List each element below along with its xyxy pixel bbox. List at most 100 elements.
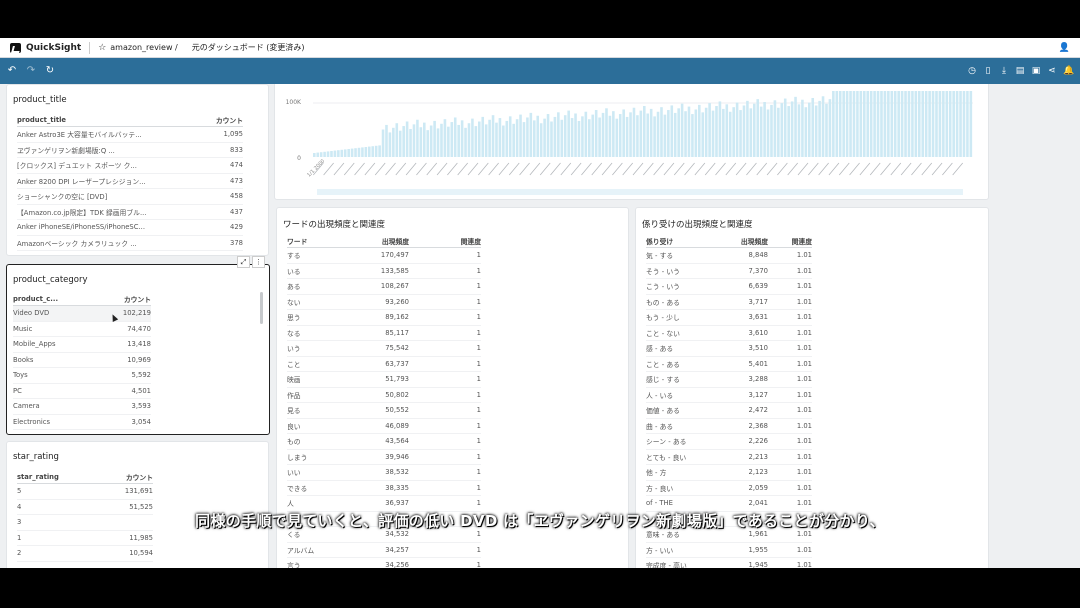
- bar[interactable]: [677, 108, 680, 157]
- range-slider[interactable]: [317, 189, 963, 195]
- bar[interactable]: [770, 104, 773, 157]
- bar[interactable]: [911, 91, 914, 157]
- bar[interactable]: [942, 91, 945, 157]
- bar[interactable]: [649, 108, 653, 157]
- table-row[interactable]: 曲 - ある 2,368 1.01: [646, 419, 812, 434]
- bar[interactable]: [457, 124, 460, 157]
- bar[interactable]: [433, 120, 436, 157]
- bar[interactable]: [543, 118, 546, 157]
- bar[interactable]: [876, 91, 880, 157]
- bar[interactable]: [869, 91, 873, 157]
- bar[interactable]: [832, 91, 835, 157]
- bar[interactable]: [337, 150, 340, 157]
- bar[interactable]: [643, 106, 646, 157]
- column-header[interactable]: 関連度: [768, 236, 812, 246]
- table-row[interactable]: 他 - 方 2,123 1.01: [646, 465, 812, 481]
- bar[interactable]: [728, 111, 732, 157]
- table-row[interactable]: ない 93,260 1: [287, 295, 481, 310]
- column-header[interactable]: カウント: [91, 472, 153, 482]
- bar[interactable]: [763, 102, 766, 157]
- bar[interactable]: [625, 116, 629, 157]
- table-row[interactable]: する 170,497 1: [287, 248, 481, 264]
- table-row[interactable]: シーン - ある 2,226 1.01: [646, 434, 812, 450]
- bar[interactable]: [323, 151, 326, 157]
- bar[interactable]: [698, 104, 701, 157]
- table-row[interactable]: Mobile_Apps 13,418: [13, 337, 151, 353]
- column-header[interactable]: カウント: [79, 294, 151, 304]
- bar[interactable]: [447, 126, 450, 157]
- table-row[interactable]: [クロックス] デュエット スポーツ ク... 474: [17, 158, 243, 174]
- column-header[interactable]: ワード: [287, 236, 349, 246]
- bar[interactable]: [945, 91, 949, 157]
- bar[interactable]: [708, 103, 711, 157]
- bar[interactable]: [918, 91, 921, 157]
- bar[interactable]: [684, 111, 687, 157]
- bar[interactable]: [632, 107, 636, 157]
- bar[interactable]: [591, 114, 595, 158]
- bar[interactable]: [863, 91, 866, 157]
- bar[interactable]: [488, 119, 491, 157]
- table-header-row[interactable]: ワード 出現頻度 関連度: [287, 234, 481, 248]
- bar[interactable]: [522, 122, 526, 157]
- bar[interactable]: [718, 101, 722, 157]
- bar[interactable]: [402, 126, 405, 157]
- bar[interactable]: [388, 132, 392, 157]
- bar[interactable]: [814, 105, 818, 157]
- schedule-icon[interactable]: ◷: [967, 66, 977, 76]
- bar[interactable]: [436, 128, 440, 157]
- table-row[interactable]: いい 38,532 1: [287, 465, 481, 481]
- bar[interactable]: [574, 113, 577, 157]
- bar[interactable]: [866, 91, 870, 157]
- bar[interactable]: [622, 109, 625, 157]
- table-row[interactable]: Music 74,470: [13, 322, 151, 337]
- bar[interactable]: [732, 107, 735, 157]
- bar[interactable]: [921, 91, 925, 157]
- bar[interactable]: [615, 118, 619, 157]
- table-row[interactable]: 感じ - する 3,288 1.01: [646, 372, 812, 388]
- table-row[interactable]: Anker Astro3E 大容量モバイルバッテ... 1,095: [17, 127, 243, 143]
- bar[interactable]: [368, 146, 371, 157]
- bar[interactable]: [811, 97, 815, 157]
- table-row[interactable]: こと 63,737 1: [287, 357, 481, 372]
- breadcrumb[interactable]: ☆ amazon_review /: [98, 43, 178, 53]
- expand-icon[interactable]: ⤢: [237, 256, 250, 268]
- bar[interactable]: [423, 122, 426, 157]
- bar[interactable]: [450, 122, 454, 157]
- bar[interactable]: [395, 123, 399, 157]
- export-icon[interactable]: ⤓: [999, 66, 1009, 76]
- bar[interactable]: [804, 107, 808, 157]
- bar[interactable]: [378, 145, 381, 157]
- bar[interactable]: [766, 109, 770, 158]
- bar[interactable]: [670, 105, 674, 157]
- bar[interactable]: [794, 96, 797, 157]
- bar[interactable]: [904, 91, 907, 157]
- bar[interactable]: [873, 91, 876, 157]
- bar[interactable]: [887, 91, 890, 157]
- bar[interactable]: [546, 114, 550, 157]
- table-row[interactable]: 作品 50,802 1: [287, 388, 481, 403]
- user-icon[interactable]: 👤: [1059, 43, 1070, 53]
- bar[interactable]: [801, 99, 804, 157]
- bar[interactable]: [533, 120, 536, 157]
- bar[interactable]: [474, 126, 478, 157]
- bar[interactable]: [938, 91, 942, 157]
- bar[interactable]: [381, 129, 385, 157]
- bar[interactable]: [581, 116, 584, 157]
- bar[interactable]: [639, 110, 643, 157]
- bar[interactable]: [893, 91, 897, 157]
- bar[interactable]: [347, 149, 350, 157]
- bar[interactable]: [797, 104, 801, 157]
- bar[interactable]: [550, 121, 553, 157]
- bar[interactable]: [691, 114, 694, 157]
- table-row[interactable]: 方 - 良い 2,059 1.01: [646, 481, 812, 496]
- bar[interactable]: [460, 120, 464, 157]
- bar[interactable]: [636, 115, 639, 157]
- bar[interactable]: [783, 98, 787, 157]
- column-header[interactable]: 係り受け: [646, 236, 716, 246]
- bar[interactable]: [818, 100, 821, 158]
- bar[interactable]: [808, 102, 811, 157]
- redo-icon[interactable]: ↷: [26, 66, 36, 76]
- bar[interactable]: [663, 114, 667, 157]
- bar[interactable]: [519, 114, 522, 157]
- table-row[interactable]: 完成度 - 高い 1,945 1.01: [646, 558, 812, 568]
